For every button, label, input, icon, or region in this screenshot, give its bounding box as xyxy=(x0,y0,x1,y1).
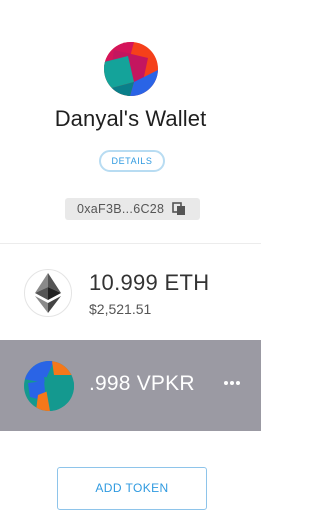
dot xyxy=(236,381,240,385)
copy-icon[interactable] xyxy=(172,202,186,216)
token-balance: 10.999 ETH xyxy=(89,270,210,295)
wallet-header: Danyal's Wallet DETAILS 0xaF3B...6C28 xyxy=(0,0,261,243)
token-row-vpkr[interactable]: .998 VPKR xyxy=(0,340,261,431)
dot xyxy=(230,381,234,385)
wallet-name: Danyal's Wallet xyxy=(54,106,207,131)
token-balance: .998 VPKR xyxy=(89,372,195,395)
token-row-eth[interactable]: 10.999 ETH $2,521.51 xyxy=(0,244,261,340)
wallet-address: 0xaF3B...6C28 xyxy=(77,202,165,216)
more-horizontal-icon[interactable] xyxy=(220,372,244,394)
ethereum-icon xyxy=(24,269,72,317)
token-identicon xyxy=(24,361,74,411)
account-avatar xyxy=(104,42,158,96)
address-copy-chip[interactable]: 0xaF3B...6C28 xyxy=(65,198,200,220)
token-fiat-value: $2,521.51 xyxy=(89,301,152,317)
details-button[interactable]: DETAILS xyxy=(99,150,165,172)
add-token-button[interactable]: ADD TOKEN xyxy=(57,467,207,510)
dot xyxy=(224,381,228,385)
